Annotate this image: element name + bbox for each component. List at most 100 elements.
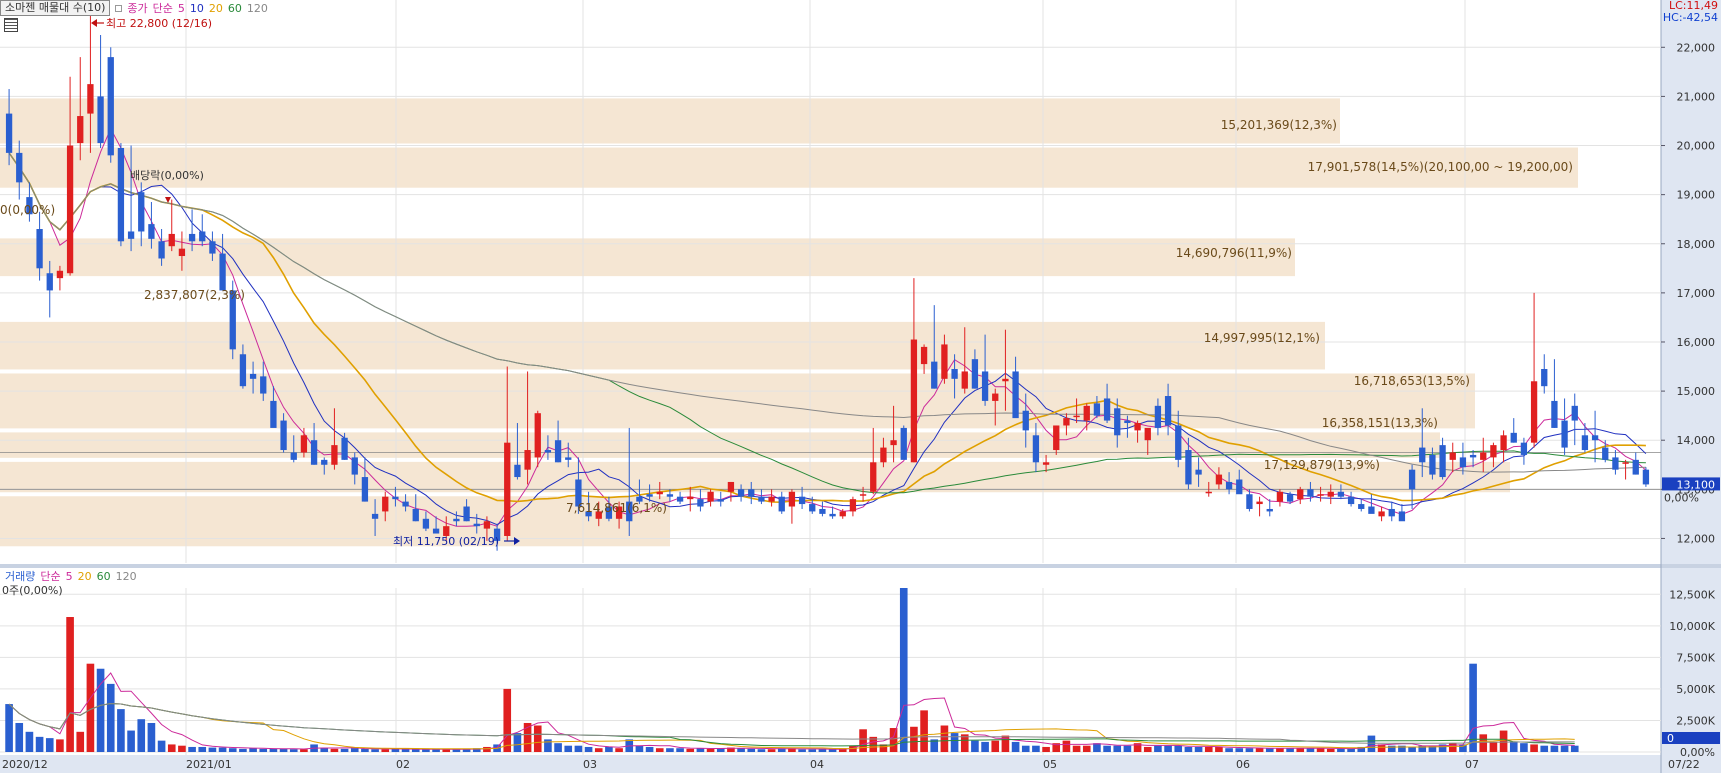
candle-body [1276,491,1284,502]
volume-bar [66,617,74,752]
volume-bar [666,748,674,752]
time-axis-label: 07 [1465,758,1479,771]
volume-bar [584,746,593,752]
indicator-toggle-icon[interactable] [115,4,123,12]
candle-body [1215,474,1223,485]
chart-title[interactable]: 소마젠 매물대 수(10) [0,0,111,16]
volume-bar [1082,745,1091,752]
current-volume-label: 0 [1667,732,1674,745]
candle-body [66,145,74,274]
volume-bar [167,744,176,752]
stock-chart-window: 7,614,861(6,1%) 17,129,879(13,9%) 16,358,1… [0,0,1721,773]
candle-body [1602,447,1609,460]
candle-body [1073,415,1080,418]
volume-bar [1215,746,1223,752]
volume-bar [1072,745,1081,752]
volume-bar [76,731,85,752]
price-tick-label: 21,000 [1677,90,1716,103]
time-axis-label: 06 [1236,758,1250,771]
candle-body [1103,398,1111,421]
candle-body [341,437,348,460]
candle-body [1612,457,1619,470]
volume-bar [737,748,745,752]
volume-bar [218,747,227,752]
volume-bar [706,748,715,752]
volume-bar [513,733,522,752]
volume-bar [1408,746,1416,752]
candle-body [646,494,653,497]
candle-body [168,233,175,247]
volume-bar [1306,748,1315,752]
candle-body [432,528,440,534]
volume-bar [676,748,684,752]
candle-body [1225,481,1233,490]
candle-body [280,420,287,451]
candle-body [1164,396,1172,426]
volume-tick-label: 2,500K [1676,714,1715,727]
candle-body [1012,371,1019,419]
volume-bar [340,748,349,752]
high-annotation: 최고 22,800 (12/16) [106,17,212,30]
volume-bar [432,749,440,752]
candle-body [1408,469,1416,490]
candle-body [1500,435,1507,451]
volume-bar [1448,743,1457,752]
time-axis-label: 2020/12 [2,758,48,771]
price-tick-label: 17,000 [1677,287,1716,300]
volume-bar [1550,745,1559,752]
candle-body [1480,452,1487,460]
candle-body [453,518,460,522]
volume-bar [117,709,125,752]
ma-60-label: 60 [227,1,242,15]
candle-body [77,116,84,144]
volume-bar [533,725,542,752]
candle-body [422,518,430,529]
volume-bar [15,722,24,752]
volume-bar [910,726,918,752]
low-annotation: 최저 11,750 (02/19) [393,535,499,548]
zero-pct-label: 0,00% [1664,491,1699,504]
volume-bar [818,749,827,752]
ma-10-label: 10 [189,1,204,15]
candle-body [768,496,775,502]
candle-body [1632,459,1639,475]
price-tick-label: 12,000 [1677,532,1716,545]
volume-bar [950,733,959,752]
candle-body [1327,491,1334,497]
candle-body [1256,501,1263,505]
volume-bar [330,748,339,752]
candle-body [666,494,674,497]
table-icon[interactable] [4,18,18,32]
volume-bar [940,725,949,752]
candle-body [910,339,918,463]
price-tick-label: 19,000 [1677,189,1716,202]
volume-bar [574,745,583,752]
volume-bar [1113,745,1122,752]
volume-bar [147,722,156,752]
volume-bar [1540,745,1549,752]
candle-body [1358,504,1365,509]
volume-bar [300,749,308,752]
volume-bar [747,748,756,752]
candle-body [270,400,277,428]
volume-bar [1286,748,1294,752]
volume-ma-20-line [8,702,1575,750]
candle-body [1032,435,1040,463]
candle-body [717,499,724,502]
volume-bar [249,748,257,752]
volume-bar [615,748,623,752]
candle-body [534,413,541,458]
volume-bar [1021,745,1030,752]
price-tick-label: 22,000 [1677,41,1716,54]
volume-bar [188,746,196,752]
candle-body [1530,381,1538,443]
volume-bar [259,748,268,752]
volume-bar [350,748,359,752]
candle-body [1154,405,1162,428]
candle-body [992,393,999,401]
vol-ma-20-label: 20 [77,569,92,583]
candle-body [849,499,857,512]
ex-dividend-annotation: 배당락(0,00%) [130,169,204,182]
candle-body [829,513,836,517]
candle-body [1236,479,1243,495]
